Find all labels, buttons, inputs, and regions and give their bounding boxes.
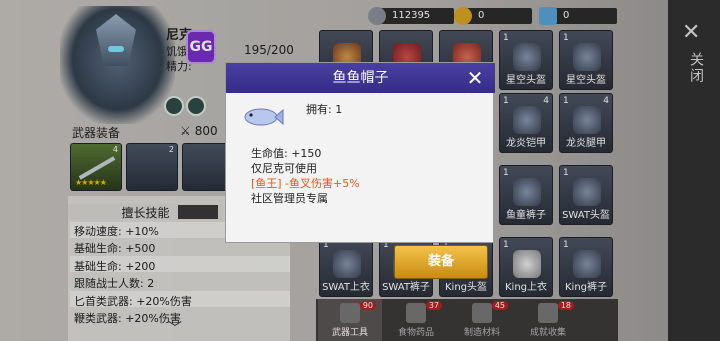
close-icon[interactable]: ✕ bbox=[464, 67, 486, 89]
equip-button[interactable]: 装备 bbox=[394, 245, 488, 279]
owned-count: 拥有: 1 bbox=[306, 103, 343, 116]
item-detail-modal: 鱼鱼帽子 ✕ 拥有: 1 生命值: +150 仅尼克可使用 [鱼王] -鱼叉伤害… bbox=[225, 62, 495, 243]
item-bonus-line: [鱼王] -鱼叉伤害+5% bbox=[251, 177, 360, 190]
item-restriction-line: 仅尼克可使用 bbox=[251, 162, 317, 175]
fish-hat-icon bbox=[244, 108, 284, 126]
item-exclusive-line: 社区管理员专属 bbox=[251, 192, 328, 205]
item-stat-line: 生命值: +150 bbox=[251, 147, 322, 160]
modal-title: 鱼鱼帽子 bbox=[226, 63, 495, 93]
